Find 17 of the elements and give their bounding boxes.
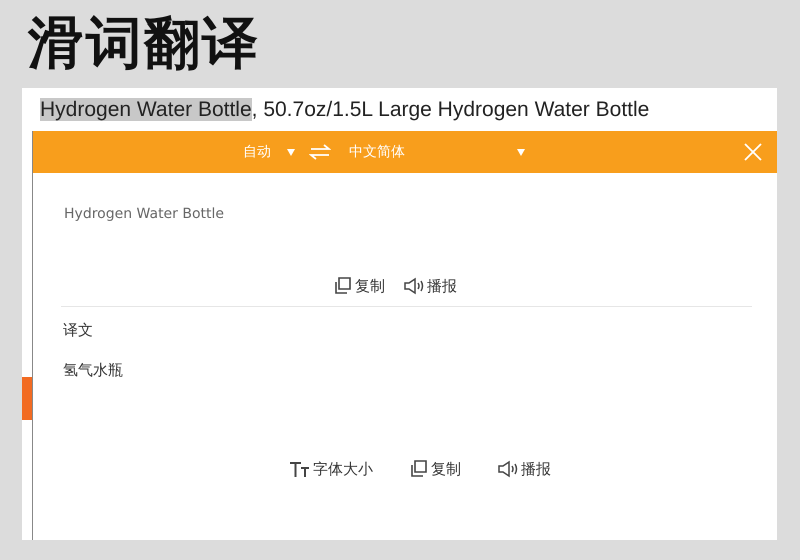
copy-button[interactable]: 复制 [409, 459, 461, 479]
copy-button[interactable]: 复制 [333, 276, 385, 296]
speak-button[interactable]: 播报 [403, 276, 457, 296]
text-size-icon [289, 460, 311, 478]
result-label: 译文 [62, 320, 94, 341]
speaker-icon [403, 277, 425, 295]
source-text: Hydrogen Water Bottle [63, 206, 226, 224]
copy-icon [333, 276, 353, 296]
product-title: Hydrogen Water Bottle, 50.7oz/1.5L Large Hydrogen Water Bottle [39, 97, 650, 123]
speak-button[interactable]: 播报 [497, 460, 551, 478]
page-title: 滑词翻译 [26, 10, 261, 78]
font-size-button[interactable]: 字体大小 [289, 460, 373, 478]
speaker-icon [497, 460, 519, 478]
swap-icon[interactable] [309, 144, 331, 160]
translation-text: 氢气水瓶 [62, 361, 124, 381]
close-icon[interactable] [743, 142, 763, 162]
copy-icon [409, 459, 429, 479]
